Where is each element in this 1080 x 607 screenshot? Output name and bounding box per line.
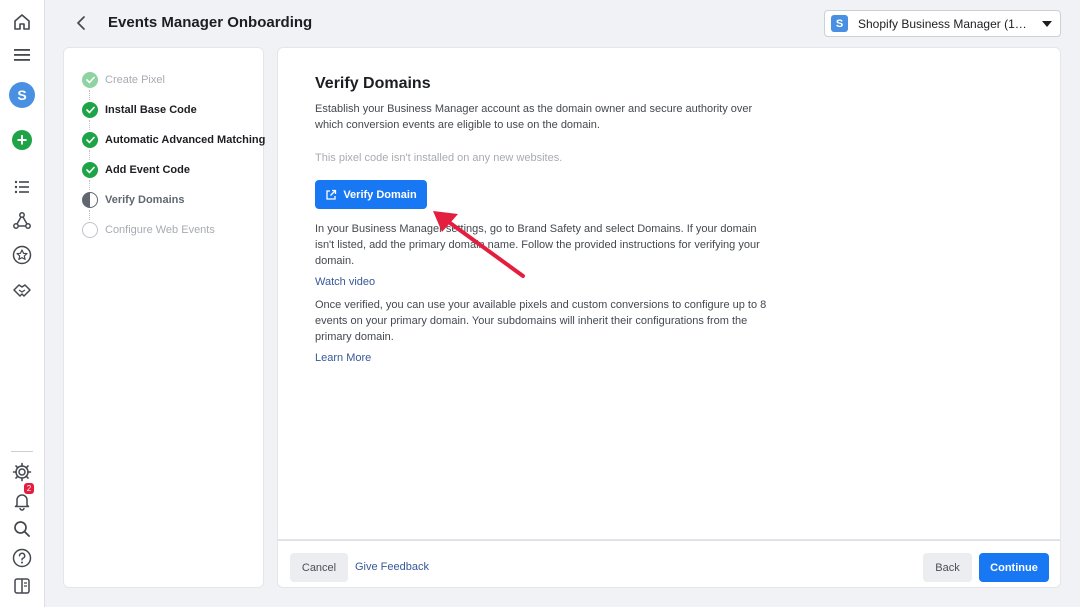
- verify-domain-button[interactable]: Verify Domain: [315, 180, 427, 209]
- rail-divider: [11, 451, 33, 452]
- check-circle-icon: [82, 162, 98, 178]
- step-label: Verify Domains: [105, 194, 185, 206]
- section-heading: Verify Domains: [315, 75, 431, 92]
- cancel-button[interactable]: Cancel: [290, 553, 348, 582]
- step-label: Add Event Code: [105, 164, 190, 176]
- check-circle-icon: [82, 72, 98, 88]
- notification-count-badge: 2: [24, 483, 34, 494]
- step-label: Create Pixel: [105, 74, 165, 86]
- home-icon[interactable]: [8, 8, 36, 36]
- star-icon[interactable]: [8, 241, 36, 269]
- back-button[interactable]: Back: [923, 553, 972, 582]
- settings-gear-icon[interactable]: [8, 458, 36, 486]
- check-circle-icon: [82, 132, 98, 148]
- page-title: Events Manager Onboarding: [108, 14, 313, 31]
- watch-video-link[interactable]: Watch video: [315, 276, 375, 288]
- step-verify-domains[interactable]: Verify Domains: [82, 190, 184, 210]
- empty-circle-icon: [82, 222, 98, 238]
- step-automatic-advanced-matching[interactable]: Automatic Advanced Matching: [82, 130, 265, 150]
- step-configure-web-events[interactable]: Configure Web Events: [82, 220, 215, 240]
- left-rail: S + 2: [0, 0, 45, 607]
- create-plus-icon[interactable]: +: [8, 126, 36, 154]
- step-label: Install Base Code: [105, 104, 197, 116]
- step-connector: [89, 150, 90, 160]
- card-footer: Cancel Give Feedback Back Continue: [277, 540, 1061, 588]
- step-create-pixel[interactable]: Create Pixel: [82, 70, 165, 90]
- list-icon[interactable]: [8, 173, 36, 201]
- half-circle-progress-icon: [82, 192, 98, 208]
- verified-info-text: Once verified, you can use your availabl…: [315, 299, 767, 343]
- help-icon[interactable]: [8, 544, 36, 572]
- business-account-icon: S: [831, 15, 848, 32]
- learn-more-link[interactable]: Learn More: [315, 352, 371, 364]
- annotation-arrow-icon: [433, 211, 525, 278]
- continue-button[interactable]: Continue: [979, 553, 1049, 582]
- step-connector: [89, 210, 90, 220]
- give-feedback-link[interactable]: Give Feedback: [355, 561, 429, 573]
- book-icon[interactable]: [8, 572, 36, 600]
- verify-domains-card: Verify Domains Establish your Business M…: [277, 47, 1061, 540]
- notifications-bell-icon[interactable]: 2: [8, 483, 36, 515]
- back-arrow-icon[interactable]: [70, 12, 92, 34]
- instructions-text: In your Business Manager settings, go to…: [315, 223, 760, 267]
- step-install-base-code[interactable]: Install Base Code: [82, 100, 197, 120]
- caret-down-icon: [1042, 20, 1052, 27]
- search-icon[interactable]: [8, 515, 36, 543]
- intro-text: Establish your Business Manager account …: [315, 103, 753, 131]
- business-account-selector[interactable]: S Shopify Business Manager (1680...: [824, 10, 1061, 37]
- external-link-icon: [326, 189, 337, 200]
- step-add-event-code[interactable]: Add Event Code: [82, 160, 190, 180]
- avatar[interactable]: S: [8, 81, 36, 109]
- step-connector: [89, 180, 90, 190]
- step-connector: [89, 90, 90, 100]
- onboarding-steps-panel: Create Pixel Install Base Code Automatic…: [63, 47, 265, 588]
- business-account-label: Shopify Business Manager (1680...: [858, 16, 1030, 31]
- pixel-status-note: This pixel code isn't installed on any n…: [315, 152, 563, 164]
- step-label: Configure Web Events: [105, 224, 215, 236]
- check-circle-icon: [82, 102, 98, 118]
- network-icon[interactable]: [8, 207, 36, 235]
- step-label: Automatic Advanced Matching: [105, 134, 266, 146]
- step-connector: [89, 120, 90, 130]
- handshake-icon[interactable]: [8, 276, 36, 304]
- menu-icon[interactable]: [8, 41, 36, 69]
